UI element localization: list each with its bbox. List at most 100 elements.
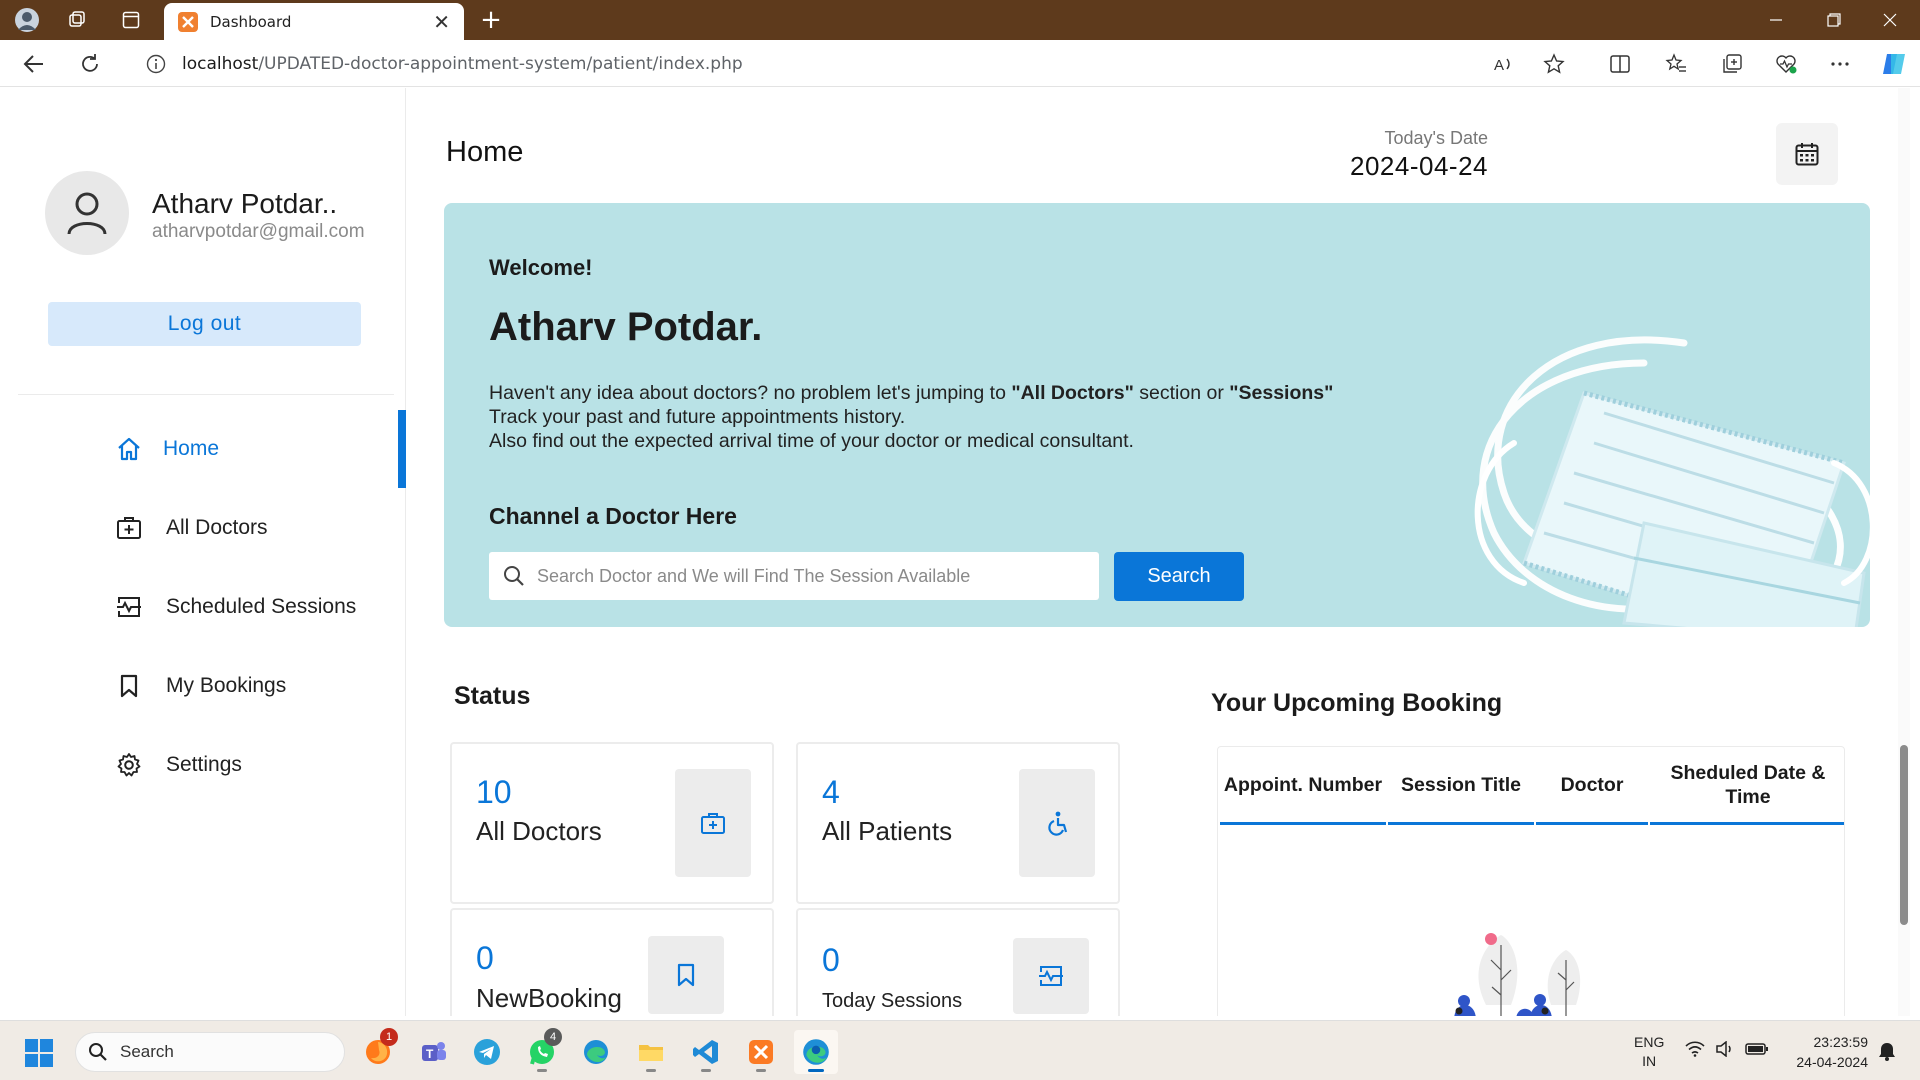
logout-button[interactable]: Log out — [48, 302, 361, 346]
svg-text:A: A — [1494, 57, 1504, 74]
vscode-app-icon[interactable] — [684, 1030, 728, 1074]
column-header: Appoint. Number — [1220, 747, 1386, 825]
profile-name: Atharv Potdar.. — [152, 188, 338, 219]
upcoming-booking-table: Appoint. Number Session Title Doctor She… — [1217, 746, 1845, 1016]
firefox-app-icon[interactable]: 1 — [356, 1028, 400, 1074]
active-indicator — [398, 410, 406, 488]
sidebar-item-label: All Doctors — [166, 516, 268, 539]
running-indicator — [646, 1069, 656, 1072]
more-menu-icon[interactable] — [1824, 48, 1856, 80]
empty-state-illustration — [1454, 933, 1581, 1016]
tab-close-icon[interactable]: ✕ — [433, 10, 450, 34]
minimize-button[interactable] — [1748, 0, 1804, 40]
sidebar: Atharv Potdar.. atharvpotdar@gmail.com L… — [4, 88, 406, 1016]
volume-icon — [1716, 1041, 1731, 1057]
page-scrollbar-thumb[interactable] — [1900, 745, 1908, 925]
sidebar-item-scheduled-sessions[interactable]: Scheduled Sessions — [4, 568, 406, 646]
search-button[interactable]: Search — [1114, 552, 1244, 601]
calendar-button[interactable] — [1776, 123, 1838, 185]
xampp-app-icon[interactable] — [739, 1030, 783, 1074]
read-aloud-icon[interactable]: A — [1488, 48, 1520, 80]
running-indicator — [701, 1069, 711, 1072]
browser-essentials-icon[interactable] — [1770, 48, 1802, 80]
home-icon — [114, 434, 144, 464]
stat-card-today-sessions[interactable]: 0 Today Sessions — [796, 908, 1120, 1016]
stat-value: 4 — [822, 774, 840, 810]
stat-card-all-patients[interactable]: 4 All Patients — [796, 742, 1120, 904]
workspaces-icon[interactable] — [62, 5, 92, 35]
stat-label: Today Sessions — [822, 990, 963, 1012]
edge-app-icon[interactable] — [574, 1030, 618, 1074]
windows-start-icon[interactable] — [24, 1038, 54, 1068]
running-indicator — [808, 1069, 824, 1072]
stat-label: All Doctors — [476, 816, 602, 846]
profile-email: atharvpotdar@gmail.com — [152, 221, 365, 242]
welcome-text-line3: Also find out the expected arrival time … — [489, 430, 1134, 452]
copilot-icon[interactable] — [1878, 48, 1910, 80]
stat-value: 0 — [476, 940, 494, 976]
stat-card-all-doctors[interactable]: 10 All Doctors — [450, 742, 774, 904]
split-screen-icon[interactable] — [1604, 48, 1636, 80]
date-value: 2024-04-24 — [1350, 151, 1488, 181]
whatsapp-app-icon[interactable]: 4 — [520, 1028, 564, 1074]
sidebar-item-my-bookings[interactable]: My Bookings — [4, 647, 406, 725]
sidebar-item-label: Scheduled Sessions — [166, 595, 357, 618]
collections-icon[interactable] — [1716, 48, 1748, 80]
favorites-icon[interactable] — [1660, 48, 1692, 80]
favorite-star-icon[interactable] — [1538, 48, 1570, 80]
tab-title: Dashboard — [210, 12, 292, 31]
sidebar-item-label: My Bookings — [166, 674, 287, 697]
url-host: localhost — [182, 53, 259, 74]
calendar-icon — [1795, 143, 1819, 166]
svg-text:T: T — [426, 1047, 434, 1061]
notification-bell-icon[interactable] — [1878, 1041, 1896, 1061]
language-line2: IN — [1642, 1053, 1657, 1069]
browser-navbar: localhost/UPDATED-doctor-appointment-sys… — [0, 40, 1920, 87]
taskbar-clock[interactable]: 23:23:59 24-04-2024 — [1780, 1032, 1868, 1072]
notification-badge: 4 — [544, 1028, 562, 1046]
language-indicator[interactable]: ENG IN — [1634, 1033, 1664, 1071]
wifi-icon — [1685, 1041, 1705, 1057]
language-line1: ENG — [1634, 1034, 1665, 1050]
column-header: Sheduled Date & Time — [1650, 747, 1844, 825]
page-title: Home — [446, 136, 524, 168]
url-path: /UPDATED-doctor-appointment-system/patie… — [258, 53, 743, 74]
site-info-icon[interactable] — [146, 54, 166, 74]
main-content: Home Today's Date 2024-04-24 Welcome! At… — [406, 88, 1910, 1016]
tab-actions-icon[interactable] — [116, 5, 146, 35]
reload-button[interactable] — [74, 48, 106, 80]
system-tray[interactable] — [1685, 1041, 1769, 1057]
date-label: Today's Date — [1384, 128, 1489, 148]
sidebar-divider — [18, 394, 394, 395]
sidebar-item-all-doctors[interactable]: All Doctors — [4, 489, 406, 567]
welcome-user-name: Atharv Potdar. — [489, 305, 763, 349]
column-header: Doctor — [1536, 747, 1648, 825]
new-tab-button[interactable]: + — [476, 6, 506, 36]
sessions-link-text: "Sessions" — [1229, 382, 1334, 404]
browser-titlebar: Dashboard ✕ + — [0, 0, 1920, 40]
taskbar-search[interactable]: Search — [75, 1032, 345, 1072]
tab-dashboard[interactable]: Dashboard ✕ — [164, 3, 464, 40]
windows-taskbar: Search 1 T 4 ENG IN 23:23:59 24-04-2024 — [0, 1020, 1920, 1080]
teams-app-icon[interactable]: T — [411, 1030, 455, 1074]
restore-button[interactable] — [1806, 0, 1862, 40]
address-bar[interactable]: localhost/UPDATED-doctor-appointment-sys… — [124, 45, 1584, 82]
welcome-label: Welcome! — [489, 255, 593, 280]
telegram-app-icon[interactable] — [465, 1030, 509, 1074]
sidebar-item-home[interactable]: Home — [4, 410, 406, 488]
xampp-favicon-icon — [178, 11, 198, 32]
back-button[interactable] — [18, 48, 50, 80]
file-explorer-app-icon[interactable] — [629, 1030, 673, 1074]
running-indicator — [756, 1069, 766, 1072]
edge-active-app-icon[interactable] — [794, 1030, 838, 1074]
close-window-button[interactable] — [1862, 0, 1918, 40]
profile-avatar-icon[interactable] — [12, 5, 42, 35]
sidebar-item-label: Settings — [166, 753, 242, 776]
column-header: Session Title — [1388, 747, 1534, 825]
doctor-search-field[interactable] — [489, 552, 1099, 600]
sessions-icon — [114, 592, 144, 622]
welcome-text-line2: Track your past and future appointments … — [489, 406, 906, 428]
doctor-search-input[interactable] — [537, 565, 1097, 587]
stat-card-new-booking[interactable]: 0 NewBooking — [450, 908, 774, 1016]
sidebar-item-settings[interactable]: Settings — [4, 726, 406, 804]
